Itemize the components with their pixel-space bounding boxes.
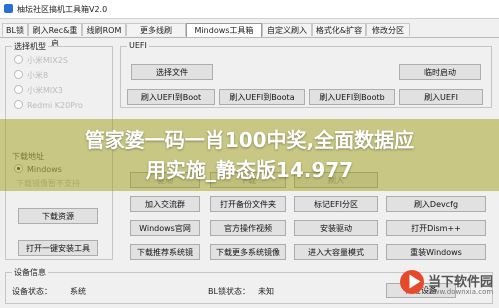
tab-bl-lock[interactable]: BL锁: [2, 23, 28, 36]
watermark-logo-icon: [400, 270, 424, 294]
mass-storage-mode-button[interactable]: 进入大容量模式: [294, 244, 378, 260]
device-info-title: 设备信息: [12, 267, 48, 278]
tab-mindows-toolbox[interactable]: Mindows工具箱: [186, 23, 262, 37]
app-icon: [4, 4, 13, 13]
temp-boot-button[interactable]: 临时启动: [399, 64, 481, 80]
tab-custom-flash[interactable]: 自定义刷入: [262, 23, 312, 36]
open-install-tool-button[interactable]: 打开一键安装工具: [18, 240, 98, 256]
uefi-group: UEFI 选择文件 临时启动 刷入UEFI到Boot 刷入UEFI到Boota …: [120, 41, 492, 108]
radio-icon: [14, 85, 23, 94]
watermark-url: www.downxia.com: [428, 288, 494, 296]
tab-partition[interactable]: 修改分区: [366, 23, 410, 36]
download-more-images-button[interactable]: 下载更多系统镜像: [210, 244, 286, 260]
flash-uefi-boota-button[interactable]: 刷入UEFI到Boota: [219, 89, 305, 105]
model-select-title: 选择机型: [12, 41, 48, 52]
download-recommended-image-button[interactable]: 下载推荐系统镜: [130, 244, 200, 260]
tab-bar: BL锁 刷入Rec&重启 线刷ROM 更多线刷 Mindows工具箱 自定义刷入…: [0, 23, 499, 48]
overlay-line-2: 用实施_静态版14.977: [145, 158, 354, 182]
model-option-mi8[interactable]: 小米8: [14, 70, 48, 80]
model-option-k20pro[interactable]: Redmi K20Pro: [14, 100, 83, 110]
radio-icon: [14, 55, 23, 64]
title-bar: 柚坛社区搞机工具箱V2.0: [0, 0, 499, 19]
bl-lock-state-value: 未知: [258, 287, 274, 296]
tab-more-flash[interactable]: 更多线刷: [126, 23, 186, 36]
tab-flash-rom[interactable]: 线刷ROM: [82, 23, 126, 36]
model-option-mix2s[interactable]: 小米MIX2S: [14, 55, 68, 65]
radio-icon: [14, 70, 23, 79]
device-state-value: 系统: [70, 287, 86, 296]
overlay-banner: 管家婆一码一肖100中奖,全面数据应 用实施_静态版14.977: [0, 119, 499, 191]
join-group-button[interactable]: 加入交流群: [130, 196, 200, 212]
tab-recovery[interactable]: 刷入Rec&重启: [28, 23, 82, 48]
tab-format[interactable]: 格式化&扩容: [312, 23, 366, 36]
select-file-button[interactable]: 选择文件: [131, 64, 213, 80]
window-title: 柚坛社区搞机工具箱V2.0: [17, 5, 108, 14]
model-option-mix3[interactable]: 小米MIX3: [14, 85, 63, 95]
install-driver-button[interactable]: 安装驱动: [294, 220, 378, 236]
bl-lock-state-label: BL锁状态：: [208, 287, 250, 296]
device-state-label: 设备状态：: [12, 287, 52, 296]
radio-icon: [14, 100, 23, 109]
open-dism-button[interactable]: 打开Dism++: [386, 220, 486, 236]
mark-efi-partition-button[interactable]: 标记EFI分区: [294, 196, 378, 212]
flash-uefi-button[interactable]: 刷入UEFI: [399, 89, 483, 105]
reinstall-windows-button[interactable]: 重装Windows: [386, 244, 486, 260]
open-backup-folder-button[interactable]: 打开备份文件夹: [210, 196, 286, 212]
flash-devcfg-button[interactable]: 刷入Devcfg: [386, 196, 486, 212]
download-resource-button[interactable]: 下载资源: [18, 208, 98, 224]
windows-official-button[interactable]: Windows官网: [130, 220, 200, 236]
flash-uefi-bootb-button[interactable]: 刷入UEFI到Bootb: [309, 89, 395, 105]
uefi-group-title: UEFI: [127, 41, 149, 50]
flash-uefi-boot-button[interactable]: 刷入UEFI到Boot: [127, 89, 215, 105]
overlay-line-1: 管家婆一码一肖100中奖,全面数据应: [84, 128, 415, 152]
watermark: 当下软件园 www.downxia.com: [400, 268, 499, 308]
official-video-button[interactable]: 官方操作视频: [210, 220, 286, 236]
